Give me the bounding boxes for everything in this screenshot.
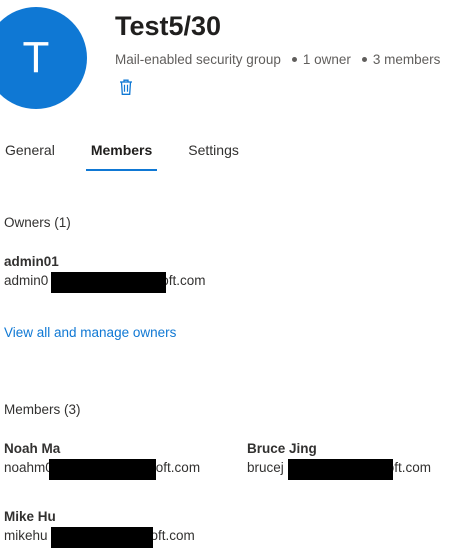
delete-group-button[interactable] xyxy=(118,78,134,96)
member-item: Noah Ma noahm0 oft.com xyxy=(4,441,201,480)
member-email-suffix: oft.com xyxy=(150,528,195,543)
member-name: Noah Ma xyxy=(4,441,61,456)
members-heading: Members (3) xyxy=(4,402,81,417)
group-members-page: T Test5/30 Mail-enabled security group 1… xyxy=(0,0,462,556)
member-email-prefix: noahm0 xyxy=(4,460,53,475)
member-email: noahm0 oft.com xyxy=(4,459,201,480)
members-count: 3 members xyxy=(372,52,441,67)
tab-bar: General Members Settings xyxy=(0,139,270,173)
member-email-suffix: oft.com xyxy=(386,460,432,475)
separator-dot xyxy=(361,57,367,62)
group-type: Mail-enabled security group xyxy=(115,52,281,67)
owner-item: admin01 admin0 oft.com xyxy=(4,254,206,293)
redaction-bar xyxy=(49,459,156,480)
member-email-prefix: brucej xyxy=(247,460,284,475)
redaction-bar xyxy=(51,527,153,548)
group-summary: Mail-enabled security group 1 owner 3 me… xyxy=(115,52,440,67)
page-title: Test5/30 xyxy=(115,11,222,41)
manage-owners-link[interactable]: View all and manage owners xyxy=(4,325,176,340)
trash-icon xyxy=(120,79,132,95)
member-item: Bruce Jing brucej oft.com xyxy=(247,441,432,480)
member-email: brucej oft.com xyxy=(247,459,432,480)
avatar-initial: T xyxy=(22,33,50,82)
tab-general[interactable]: General xyxy=(0,139,60,171)
tab-settings[interactable]: Settings xyxy=(183,139,244,171)
redaction-bar xyxy=(288,459,393,480)
owner-name: admin01 xyxy=(4,254,59,269)
member-item: Mike Hu mikehu oft.com xyxy=(4,509,195,548)
member-name: Mike Hu xyxy=(4,509,56,524)
separator-dot xyxy=(291,57,297,62)
owner-email-suffix: oft.com xyxy=(161,273,206,288)
member-email-prefix: mikehu xyxy=(4,528,48,543)
owner-email-prefix: admin0 xyxy=(4,273,49,288)
owner-email: admin0 oft.com xyxy=(4,272,206,293)
member-email-suffix: oft.com xyxy=(155,460,201,475)
member-email: mikehu oft.com xyxy=(4,527,195,548)
owners-count: 1 owner xyxy=(302,52,351,67)
owners-heading: Owners (1) xyxy=(4,215,71,230)
redaction-bar xyxy=(51,272,166,293)
avatar: T xyxy=(0,7,87,109)
member-name: Bruce Jing xyxy=(247,441,317,456)
tab-members[interactable]: Members xyxy=(85,139,158,171)
